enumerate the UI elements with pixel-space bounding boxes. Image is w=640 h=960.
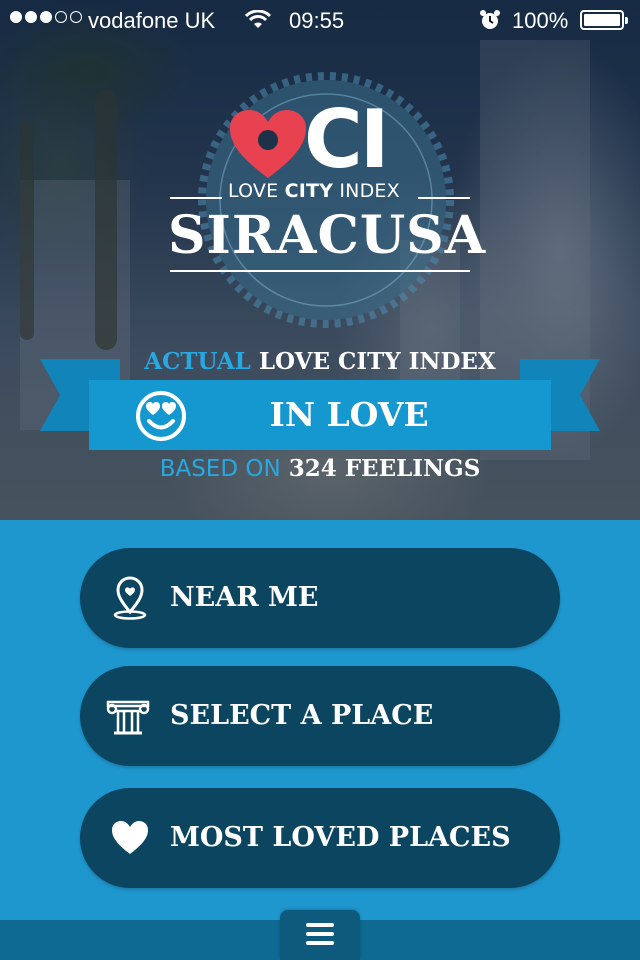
logo-divider-left: [170, 197, 222, 199]
love-index-status: IN LOVE: [269, 395, 429, 434]
logo-subtitle: LOVE CITY INDEX: [228, 180, 400, 202]
feelings-count: BASED ON 324 FEELINGS: [159, 455, 481, 482]
love-index-ribbon: IN LOVE: [89, 380, 551, 450]
hamburger-menu-icon: [306, 923, 334, 950]
most-loved-places-button[interactable]: MOST LOVED PLACES: [80, 788, 560, 888]
battery-icon: [580, 10, 628, 30]
near-me-button[interactable]: NEAR ME: [80, 548, 560, 648]
carrier-name: vodafone UK: [88, 8, 216, 33]
map-pin-heart-icon: [113, 576, 147, 620]
near-me-label: NEAR ME: [170, 582, 319, 613]
heart-eyes-smiley-icon: [136, 391, 186, 441]
most-loved-places-label: MOST LOVED PLACES: [170, 822, 511, 853]
clock: 09:55: [289, 8, 345, 33]
logo-heart-icon: [230, 110, 306, 178]
menu-toggle-button[interactable]: [280, 910, 360, 960]
heart-icon: [112, 821, 148, 854]
select-a-place-button[interactable]: SELECT A PLACE: [80, 666, 560, 766]
logo-divider-right: [418, 197, 470, 199]
alarm-icon: [479, 9, 501, 37]
city-name: SIRACUSA: [168, 205, 487, 266]
battery-percentage: 100%: [512, 8, 569, 33]
select-a-place-label: SELECT A PLACE: [170, 700, 434, 731]
logo-underline: [170, 270, 470, 272]
love-index-label: ACTUAL LOVE CITY INDEX: [144, 348, 496, 375]
wifi-icon: [244, 9, 272, 36]
signal-strength-icon: [10, 11, 82, 23]
logo-mark-text: CI: [304, 93, 390, 186]
status-bar: vodafone UK 09:55 100%: [0, 0, 640, 40]
column-icon: [106, 700, 150, 735]
